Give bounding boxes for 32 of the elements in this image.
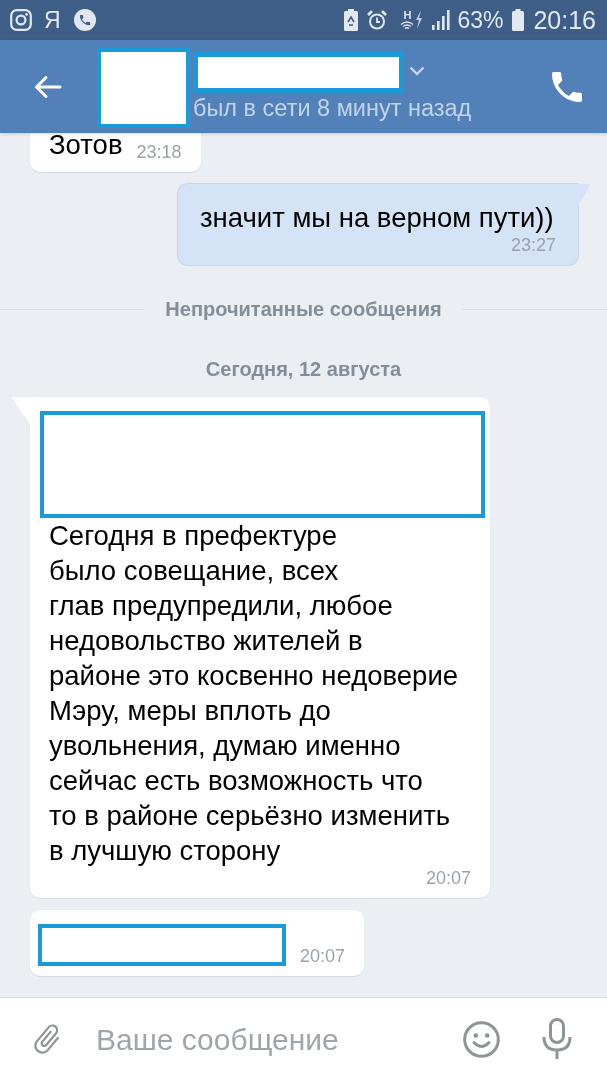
phone-icon	[552, 71, 582, 102]
message-time: 20:07	[425, 868, 471, 888]
voice-button[interactable]	[542, 1018, 572, 1060]
battery-percent: 63%	[457, 8, 504, 32]
message-time: 23:27	[510, 235, 556, 255]
app-letter-icon: Я	[44, 8, 61, 32]
smiley-icon	[463, 1020, 500, 1058]
battery-saver-icon	[344, 9, 359, 31]
message-time: 20:07	[300, 946, 346, 966]
message-input[interactable]: Ваше сообщение	[96, 1016, 453, 1062]
wifi-icon	[400, 21, 415, 30]
call-button[interactable]	[551, 70, 583, 103]
message-composer[interactable]: Ваше сообщение	[0, 997, 607, 1080]
lightning-icon	[415, 10, 424, 30]
last-seen-status: был в сети 8 минут назад	[193, 96, 472, 122]
message-text: Зотов	[49, 133, 123, 162]
date-label: Сегодня, 12 августа	[205, 357, 402, 381]
back-arrow-icon	[34, 74, 62, 99]
unread-messages-label: Непрочитанные сообщения	[165, 297, 442, 321]
message-text: значит мы на верном пути))	[200, 201, 554, 235]
network-type-label: H	[403, 10, 412, 21]
alarm-clock-icon	[366, 9, 389, 31]
battery-icon	[512, 9, 525, 31]
chevron-down-icon[interactable]	[409, 65, 425, 76]
message-time: 23:18	[136, 142, 182, 162]
camera-app-icon	[10, 9, 32, 31]
signal-bars-icon	[432, 10, 451, 30]
clock-time: 20:16	[533, 7, 596, 33]
message-text: Сегодня в префектуре было совещание, всех глав предупредили, любое недовольство жителей в районе это косвенно недоверие Мэру, меры вплоть до увольнения, думаю именно сейчас есть возможность что то в районе серьёзно изменить в лучшую сторону	[49, 519, 459, 868]
phone-circle-icon	[73, 9, 96, 31]
microphone-icon	[542, 1018, 572, 1060]
emoji-button[interactable]	[463, 1020, 500, 1058]
